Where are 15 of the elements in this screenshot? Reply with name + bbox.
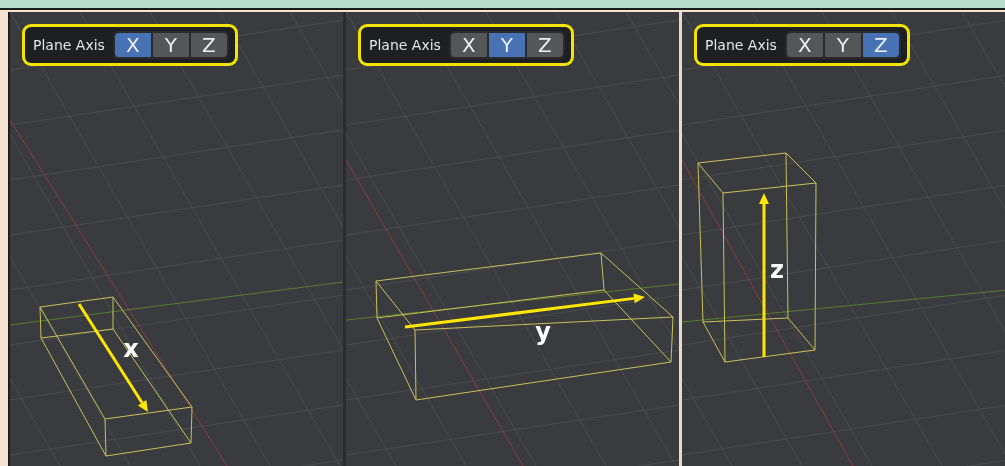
plane-axis-label: Plane Axis xyxy=(705,37,777,53)
axis-option[interactable]: X xyxy=(450,33,487,57)
axis-label: x xyxy=(123,335,139,363)
axis-option[interactable]: Z xyxy=(862,33,899,57)
axis-option[interactable]: X xyxy=(786,33,823,57)
plane-axis-label: Plane Axis xyxy=(33,37,105,53)
axis-option[interactable]: Z xyxy=(190,33,227,57)
axis-option[interactable]: Y xyxy=(152,33,189,57)
axis-option[interactable]: X xyxy=(114,33,151,57)
axis-label: y xyxy=(535,318,551,346)
axis-option[interactable]: Y xyxy=(824,33,861,57)
axis-option[interactable]: Z xyxy=(526,33,563,57)
axis-option[interactable]: Y xyxy=(488,33,525,57)
plane-axis-label: Plane Axis xyxy=(369,37,441,53)
axis-label: z xyxy=(770,256,784,284)
